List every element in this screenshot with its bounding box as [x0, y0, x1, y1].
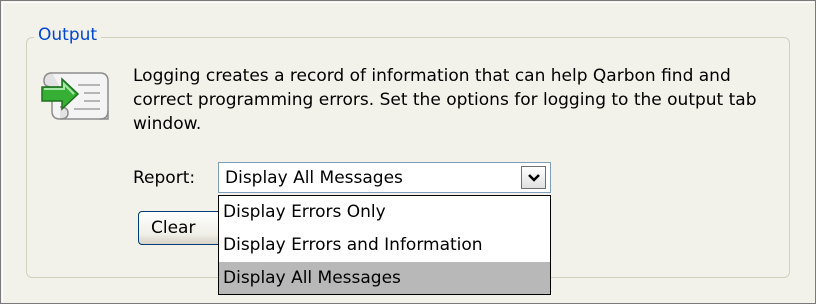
report-dropdown-list: Display Errors Only Display Errors and I…	[218, 195, 551, 295]
report-selected-value: Display All Messages	[225, 168, 403, 188]
chevron-down-icon	[527, 173, 540, 182]
option-errors-and-information[interactable]: Display Errors and Information	[219, 229, 550, 261]
option-errors-only[interactable]: Display Errors Only	[219, 196, 550, 228]
dropdown-button[interactable]	[521, 166, 546, 189]
report-label: Report:	[133, 168, 196, 188]
logging-description: Logging creates a record of information …	[133, 66, 757, 134]
report-select[interactable]: Display All Messages	[218, 162, 551, 193]
scroll-arrow-icon	[38, 67, 118, 127]
groupbox-title: Output	[34, 24, 102, 46]
option-all-messages[interactable]: Display All Messages	[219, 262, 550, 294]
